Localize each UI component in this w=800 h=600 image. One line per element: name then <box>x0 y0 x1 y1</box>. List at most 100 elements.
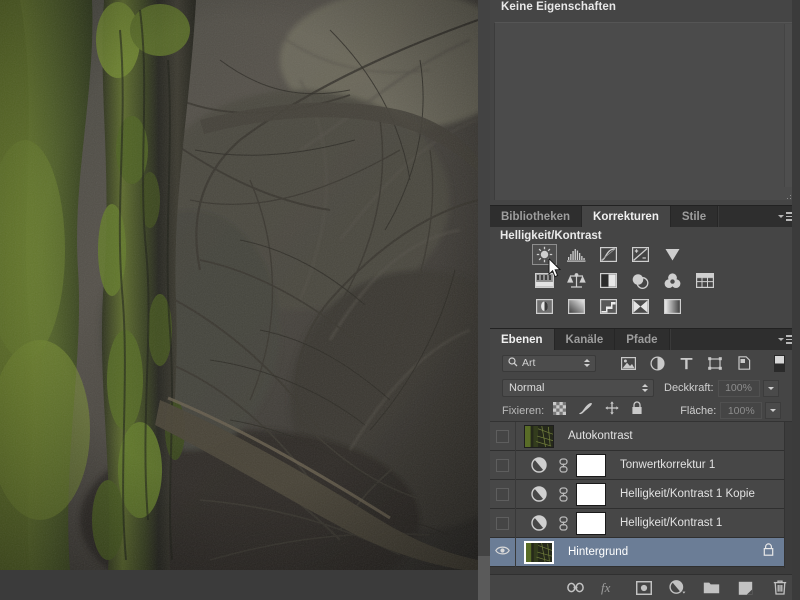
layer-mask-thumbnail[interactable] <box>576 482 606 506</box>
table-row[interactable]: Tonwertkorrektur 1 <box>490 450 784 480</box>
layers-panel: Art Normal Deckkraft: 100% Fixieren: Flä… <box>490 350 800 600</box>
mask-link-icon[interactable] <box>556 485 570 503</box>
tab-label: Bibliotheken <box>501 210 571 223</box>
layer-thumbnail[interactable] <box>524 424 554 448</box>
layer-filter-kind-select[interactable]: Art <box>502 354 596 372</box>
document-canvas-area[interactable] <box>0 0 478 600</box>
new-group-icon[interactable] <box>703 579 720 596</box>
blend-mode-select[interactable]: Normal <box>502 379 654 397</box>
layers-tabbar[interactable]: Ebenen Kanäle Pfade <box>490 328 800 350</box>
link-layers-icon[interactable] <box>567 579 584 596</box>
photo-filter-icon[interactable] <box>629 271 652 290</box>
lock-position-icon[interactable] <box>605 401 619 420</box>
layer-mask-thumbnail[interactable] <box>576 511 606 535</box>
fill-dropdown-button[interactable] <box>765 402 782 419</box>
adjustment-layer-thumbnail[interactable] <box>530 456 548 474</box>
exposure-icon[interactable] <box>629 245 652 264</box>
tab-ebenen[interactable]: Ebenen <box>490 329 555 350</box>
layer-visibility-toggle[interactable] <box>490 537 516 567</box>
layer-visibility-toggle[interactable] <box>490 508 516 538</box>
color-lookup-icon[interactable] <box>693 271 716 290</box>
adjustment-layer-thumbnail[interactable] <box>530 485 548 503</box>
tab-label: Pfade <box>626 333 658 346</box>
table-row[interactable]: Helligkeit/Kontrast 1 <box>490 508 784 538</box>
adjustment-row-1 <box>532 244 684 265</box>
layer-filter-type-icons <box>620 355 752 371</box>
filter-smart-object-icon[interactable] <box>736 355 752 371</box>
chevron-down-icon <box>777 214 784 218</box>
layer-name: Hintergrund <box>568 546 629 558</box>
chevron-down-icon <box>777 337 784 341</box>
search-icon <box>508 354 518 372</box>
eye-icon-off <box>496 487 509 501</box>
table-row[interactable]: Helligkeit/Kontrast 1 Kopie <box>490 479 784 509</box>
hue-saturation-icon[interactable] <box>533 271 556 290</box>
layer-visibility-toggle[interactable] <box>490 422 516 451</box>
levels-icon[interactable] <box>565 245 588 264</box>
layer-visibility-toggle[interactable] <box>490 450 516 480</box>
new-layer-icon[interactable] <box>737 579 754 596</box>
tab-label: Kanäle <box>565 333 604 346</box>
mask-link-icon[interactable] <box>556 456 570 474</box>
opacity-input[interactable]: 100% <box>717 379 760 397</box>
tab-bibliotheken[interactable]: Bibliotheken <box>490 206 583 227</box>
filter-adjustment-icon[interactable] <box>649 355 665 371</box>
table-row[interactable]: Hintergrund <box>490 537 784 567</box>
tab-kanaele[interactable]: Kanäle <box>554 329 616 350</box>
properties-panel-body[interactable] <box>494 22 796 200</box>
mask-link-icon[interactable] <box>556 514 570 532</box>
filter-shape-icon[interactable] <box>707 355 723 371</box>
tab-label: Korrekturen <box>593 210 659 223</box>
black-white-icon[interactable] <box>597 271 620 290</box>
blend-mode-row: Normal Deckkraft: 100% <box>490 376 800 400</box>
table-row[interactable]: Autokontrast <box>490 422 784 451</box>
delete-layer-icon[interactable] <box>771 579 788 596</box>
corrections-active-title: Helligkeit/Kontrast <box>500 230 602 242</box>
new-adjustment-layer-icon[interactable] <box>669 579 686 596</box>
svg-text:fx: fx <box>601 580 611 595</box>
filter-type-icon[interactable] <box>678 355 694 371</box>
vibrance-icon[interactable] <box>661 245 684 264</box>
tab-stile[interactable]: Stile <box>670 206 719 227</box>
layer-mask-thumbnail[interactable] <box>576 453 606 477</box>
filter-enable-toggle[interactable] <box>774 355 785 372</box>
color-balance-icon[interactable] <box>565 271 588 290</box>
lock-all-icon[interactable] <box>631 401 643 420</box>
fill-input[interactable]: 100% <box>720 402 763 419</box>
properties-panel-title: Keine Eigenschaften <box>501 1 617 13</box>
eye-icon <box>495 543 510 561</box>
lock-options-row: Fixieren: Fläche: 100% <box>490 400 800 422</box>
layer-list[interactable]: Autokontrast Tonwertkorrektur 1 Helligke… <box>490 422 800 568</box>
channel-mixer-icon[interactable] <box>661 271 684 290</box>
invert-icon[interactable] <box>533 297 556 316</box>
curves-icon[interactable] <box>597 245 620 264</box>
filter-pixel-icon[interactable] <box>620 355 636 371</box>
add-layer-mask-icon[interactable] <box>635 579 652 596</box>
brightness-contrast-icon[interactable] <box>532 244 557 265</box>
document-image[interactable] <box>0 0 478 570</box>
tabbar-filler <box>718 206 774 227</box>
fill-label: Fläche: <box>680 404 717 417</box>
canvas-gutter <box>478 0 490 600</box>
blend-mode-value: Normal <box>509 382 545 394</box>
lock-icon-group <box>553 401 643 420</box>
selective-color-icon[interactable] <box>629 297 652 316</box>
layer-thumbnail[interactable] <box>524 540 554 564</box>
corrections-tabbar[interactable]: Bibliotheken Korrekturen Stile <box>490 205 800 227</box>
layer-name: Helligkeit/Kontrast 1 <box>620 517 723 529</box>
adjustment-row-2 <box>533 271 716 290</box>
adjustment-layer-thumbnail[interactable] <box>530 514 548 532</box>
tabbar-filler <box>669 329 774 350</box>
threshold-icon[interactable] <box>597 297 620 316</box>
tab-korrekturen[interactable]: Korrekturen <box>582 206 671 227</box>
opacity-dropdown-button[interactable] <box>762 379 779 397</box>
gradient-map-icon[interactable] <box>661 297 684 316</box>
lock-transparency-icon[interactable] <box>553 401 567 420</box>
posterize-icon[interactable] <box>565 297 588 316</box>
lock-label: Fixieren: <box>502 404 545 417</box>
lock-image-pixels-icon[interactable] <box>578 402 593 420</box>
layer-style-fx-icon[interactable]: fx <box>601 579 618 596</box>
tab-pfade[interactable]: Pfade <box>615 329 670 350</box>
layer-visibility-toggle[interactable] <box>490 479 516 509</box>
stepper-arrows-icon <box>642 384 648 392</box>
